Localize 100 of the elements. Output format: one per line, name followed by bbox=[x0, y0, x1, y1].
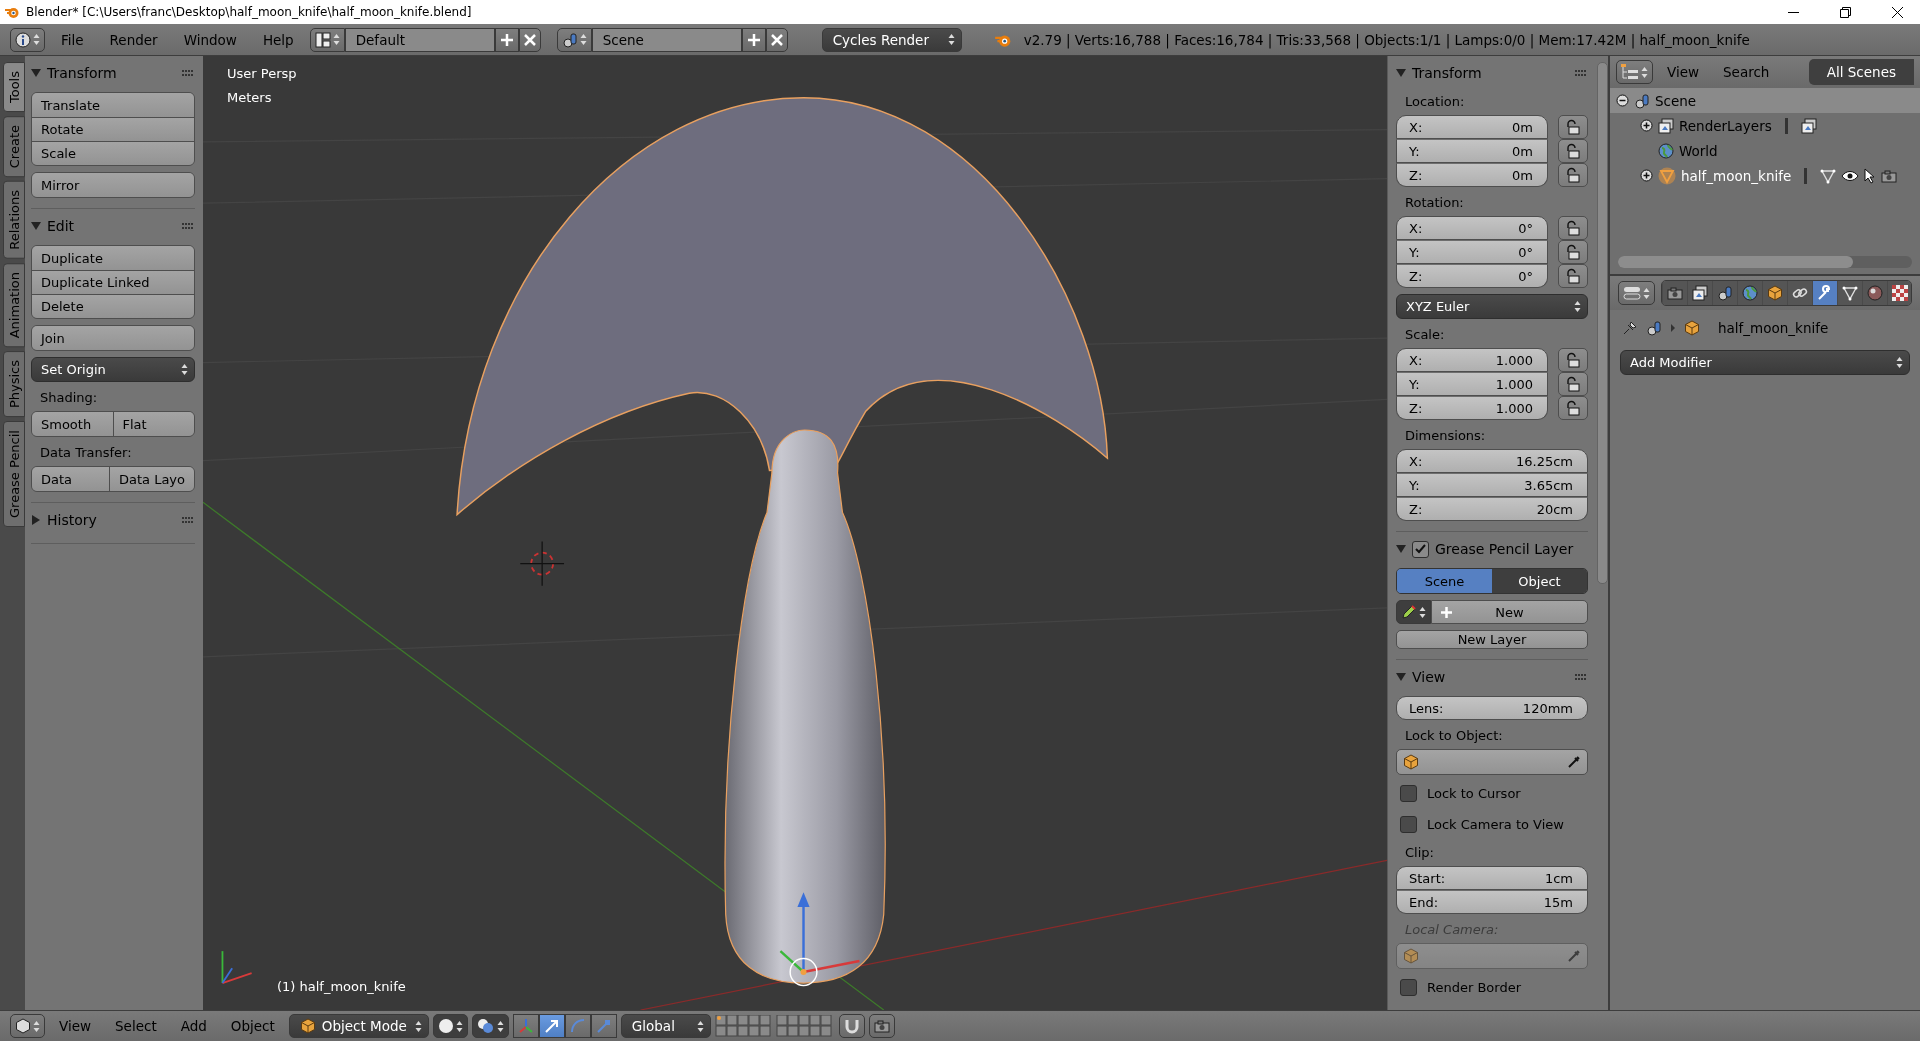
vertical-tab[interactable]: Physics bbox=[3, 351, 25, 418]
tool-button[interactable]: Duplicate Linked bbox=[32, 270, 194, 294]
editor-type-button[interactable] bbox=[10, 27, 45, 52]
properties-tab[interactable] bbox=[1662, 281, 1687, 305]
properties-tab[interactable] bbox=[1712, 281, 1737, 305]
properties-tab[interactable] bbox=[1787, 281, 1812, 305]
tool-button[interactable]: Scale bbox=[32, 141, 194, 165]
panel-title[interactable]: Edit bbox=[47, 218, 176, 234]
lock-toggle-button[interactable] bbox=[1558, 372, 1588, 396]
shading-dropdown[interactable] bbox=[432, 1014, 468, 1038]
panel-title[interactable]: Transform bbox=[1412, 65, 1569, 81]
menu-item[interactable]: File bbox=[51, 27, 94, 52]
eye-icon[interactable] bbox=[1841, 169, 1860, 182]
vertical-tab[interactable]: Grease Pencil bbox=[3, 421, 25, 528]
checkbox[interactable] bbox=[1412, 540, 1429, 558]
snap-toggle[interactable] bbox=[838, 1014, 865, 1038]
dropdown[interactable]: XYZ Euler bbox=[1396, 294, 1588, 319]
number-field[interactable]: X: 0° bbox=[1396, 216, 1548, 240]
toggle-tab[interactable]: Scene bbox=[1397, 569, 1492, 593]
editor-type-button[interactable] bbox=[1616, 60, 1653, 84]
tool-button[interactable]: Rotate bbox=[32, 117, 194, 141]
orientation-dropdown[interactable]: Global bbox=[620, 1014, 711, 1038]
lock-toggle-button[interactable] bbox=[1558, 240, 1588, 264]
tool-button[interactable]: Data Layo bbox=[108, 467, 194, 491]
pivot-dropdown[interactable] bbox=[471, 1014, 509, 1038]
vertical-tab[interactable]: Relations bbox=[3, 181, 25, 259]
editor-type-button[interactable] bbox=[1618, 281, 1655, 305]
add-scene-button[interactable] bbox=[741, 27, 766, 52]
properties-tab[interactable] bbox=[1837, 281, 1862, 305]
pencil-selector[interactable] bbox=[1396, 600, 1431, 624]
panel-title[interactable]: View bbox=[1412, 669, 1569, 685]
number-field[interactable]: Z: 0m bbox=[1396, 163, 1548, 187]
lock-toggle-button[interactable] bbox=[1558, 348, 1588, 372]
panel-title[interactable]: History bbox=[47, 512, 176, 528]
outliner-row[interactable]: RenderLayers bbox=[1610, 113, 1920, 138]
number-field[interactable]: Y: 0° bbox=[1396, 240, 1548, 264]
number-field[interactable]: X: 1.000 bbox=[1396, 348, 1548, 372]
lock-toggle-button[interactable] bbox=[1558, 396, 1588, 420]
checkbox[interactable] bbox=[1400, 979, 1417, 996]
object-field[interactable] bbox=[1396, 749, 1588, 775]
collapse-circle-icon[interactable] bbox=[1616, 94, 1629, 107]
checkbox-option[interactable]: Lock Camera to View bbox=[1396, 812, 1588, 837]
new-layer-button[interactable]: New Layer bbox=[1396, 630, 1588, 649]
scene-selector-button[interactable] bbox=[556, 27, 592, 52]
number-field[interactable]: Z: 20cm bbox=[1396, 497, 1588, 521]
expanded-triangle-icon[interactable] bbox=[1396, 68, 1406, 78]
manipulator-toggle[interactable] bbox=[590, 1014, 617, 1038]
editor-type-button[interactable] bbox=[10, 1014, 45, 1038]
checkbox[interactable] bbox=[1400, 785, 1417, 802]
lock-toggle-button[interactable] bbox=[1558, 115, 1588, 139]
drag-handle-icon[interactable] bbox=[182, 516, 195, 524]
menu-item[interactable]: Search bbox=[1713, 60, 1780, 84]
menu-item[interactable]: Select bbox=[105, 1014, 167, 1038]
expand-circle-icon[interactable] bbox=[1640, 119, 1653, 132]
expanded-triangle-icon[interactable] bbox=[31, 68, 41, 78]
vertical-tab[interactable]: Tools bbox=[3, 62, 25, 113]
render-button[interactable] bbox=[868, 1014, 895, 1038]
properties-tab[interactable] bbox=[1762, 281, 1787, 305]
number-field[interactable]: X: 16.25cm bbox=[1396, 449, 1588, 473]
drag-handle-icon[interactable] bbox=[1575, 69, 1588, 77]
number-field[interactable]: Y: 3.65cm bbox=[1396, 473, 1588, 497]
expand-circle-icon[interactable] bbox=[1640, 169, 1653, 182]
menu-item[interactable]: Object bbox=[220, 1014, 285, 1038]
outliner-row[interactable]: half_moon_knife bbox=[1610, 163, 1920, 188]
checkbox-option[interactable]: Lock to Cursor bbox=[1396, 781, 1588, 806]
expanded-triangle-icon[interactable] bbox=[1396, 544, 1406, 554]
layout-selector-button[interactable] bbox=[309, 27, 345, 52]
properties-tab[interactable] bbox=[1887, 281, 1911, 305]
pointer-arrow-icon[interactable] bbox=[1864, 167, 1877, 184]
menu-item[interactable]: View bbox=[49, 1014, 102, 1038]
drag-handle-icon[interactable] bbox=[182, 222, 195, 230]
remove-scene-button[interactable] bbox=[765, 27, 788, 52]
new-button[interactable]: New bbox=[1431, 600, 1588, 624]
tool-button[interactable]: Mirror bbox=[32, 173, 194, 197]
pin-icon[interactable] bbox=[1622, 320, 1638, 336]
eyedropper-icon[interactable] bbox=[1567, 755, 1581, 769]
tool-button[interactable]: Flat bbox=[112, 412, 194, 436]
tool-button[interactable]: Data bbox=[32, 467, 109, 491]
properties-tab[interactable] bbox=[1862, 281, 1887, 305]
number-field[interactable]: Start: 1cm bbox=[1396, 866, 1588, 890]
menu-item[interactable]: Render bbox=[99, 27, 168, 52]
number-field[interactable]: Lens: 120mm bbox=[1396, 696, 1588, 720]
collapsed-triangle-icon[interactable] bbox=[31, 515, 41, 525]
drag-handle-icon[interactable] bbox=[182, 69, 195, 77]
manipulator-toggle[interactable] bbox=[512, 1014, 539, 1038]
menu-item[interactable]: Window bbox=[173, 27, 247, 52]
horizontal-scrollbar[interactable] bbox=[1618, 256, 1912, 268]
vertical-tab[interactable]: Create bbox=[3, 116, 25, 178]
number-field[interactable]: Y: 1.000 bbox=[1396, 372, 1548, 396]
outliner-row[interactable]: Scene bbox=[1610, 88, 1920, 113]
menu-item[interactable]: Help bbox=[252, 27, 304, 52]
tool-button[interactable]: Duplicate bbox=[32, 246, 194, 270]
properties-tab[interactable] bbox=[1812, 281, 1837, 305]
expanded-triangle-icon[interactable] bbox=[1396, 672, 1406, 682]
number-field[interactable]: Y: 0m bbox=[1396, 139, 1548, 163]
display-mode-dropdown[interactable]: All Scenes bbox=[1808, 59, 1914, 85]
add-modifier-dropdown[interactable]: Add Modifier bbox=[1620, 350, 1910, 375]
lock-toggle-button[interactable] bbox=[1558, 163, 1588, 187]
manipulator-toggle[interactable] bbox=[538, 1014, 565, 1038]
lock-toggle-button[interactable] bbox=[1558, 264, 1588, 288]
